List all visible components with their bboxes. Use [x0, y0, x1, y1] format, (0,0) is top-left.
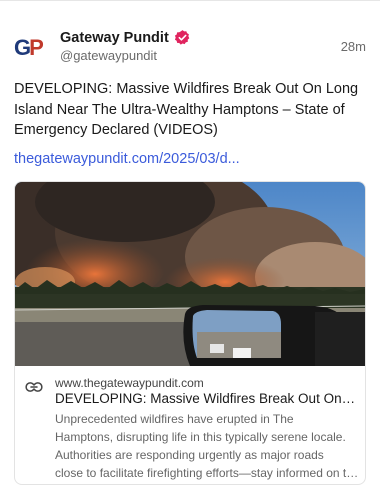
post-card[interactable]: GP Gateway Pundit @gatewaypundit 28m DEV…: [0, 0, 380, 500]
preview-body: www.thegatewaypundit.com DEVELOPING: Mas…: [15, 372, 365, 484]
preview-description: Unprecedented wildfires have erupted in …: [55, 410, 359, 482]
wildfire-photo: [15, 182, 365, 366]
timestamp[interactable]: 28m: [341, 39, 366, 54]
link-icon: [25, 382, 43, 392]
preview-title[interactable]: DEVELOPING: Massive Wildfires Break Out …: [55, 391, 357, 406]
preview-description-line: close to facilitate firefighting efforts…: [55, 466, 359, 480]
avatar[interactable]: GP: [14, 31, 48, 65]
logo-letter-p: P: [29, 35, 44, 60]
name-row: Gateway Pundit: [60, 29, 191, 46]
link-preview-card[interactable]: www.thegatewaypundit.com DEVELOPING: Mas…: [14, 181, 366, 485]
verified-badge-icon: [174, 30, 190, 45]
post-link[interactable]: thegatewaypundit.com/2025/03/d...: [14, 149, 366, 169]
display-name[interactable]: Gateway Pundit: [60, 30, 169, 46]
preview-description-line: Unprecedented wildfires have erupted in …: [55, 412, 294, 426]
post-header: GP Gateway Pundit @gatewaypundit 28m: [0, 1, 380, 71]
preview-description-line: Authorities are responding urgently as m…: [55, 448, 324, 462]
preview-description-line: Hamptons, disrupting life in this typica…: [55, 430, 346, 444]
preview-domain: www.thegatewaypundit.com: [55, 376, 204, 390]
logo-letter-g: G: [14, 35, 31, 60]
post-text: DEVELOPING: Massive Wildfires Break Out …: [14, 81, 359, 138]
handle[interactable]: @gatewaypundit: [60, 48, 157, 63]
